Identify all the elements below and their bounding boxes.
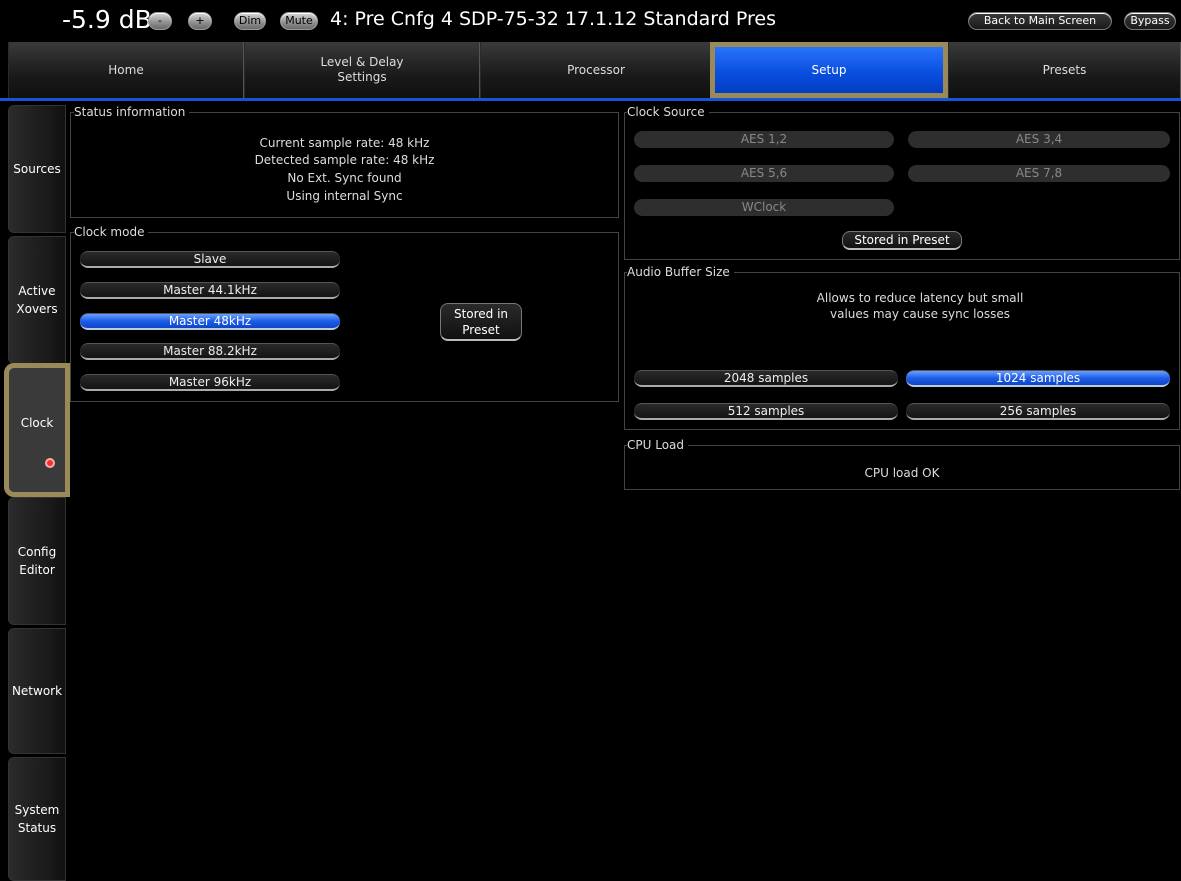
sidebar-item-label: Sources xyxy=(13,162,61,176)
tab-home[interactable]: Home xyxy=(8,42,244,98)
volume-level: -5.9 dB xyxy=(62,5,152,34)
clock-mode-master-44-1[interactable]: Master 44.1kHz xyxy=(80,282,340,299)
preset-title: 4: Pre Cnfg 4 SDP-75-32 17.1.12 Standard… xyxy=(330,8,776,30)
sidebar-item-network[interactable]: Network xyxy=(8,628,66,754)
buffer-1024-samples[interactable]: 1024 samples xyxy=(906,370,1170,387)
sidebar-item-sources[interactable]: Sources xyxy=(8,105,66,233)
clock-source-wclock[interactable]: WClock xyxy=(634,199,894,216)
clock-source-aes-7-8[interactable]: AES 7,8 xyxy=(908,165,1170,182)
sidebar-item-label: Config Editor xyxy=(17,545,57,577)
sidebar-item-label: Active Xovers xyxy=(16,284,58,316)
tab-processor[interactable]: Processor xyxy=(480,42,712,98)
sidebar-item-label: Network xyxy=(11,684,63,698)
ext-sync-status: No Ext. Sync found xyxy=(287,171,402,185)
mute-button[interactable]: Mute xyxy=(280,12,318,30)
clock-mode-title: Clock mode xyxy=(74,225,149,239)
clock-mode-master-48[interactable]: Master 48kHz xyxy=(80,313,340,330)
tab-presets[interactable]: Presets xyxy=(948,42,1181,98)
clock-mode-slave[interactable]: Slave xyxy=(80,251,340,268)
volume-down-button[interactable]: - xyxy=(148,12,172,30)
tab-underline xyxy=(0,98,1181,101)
top-bar: -5.9 dB - + Dim Mute 4: Pre Cnfg 4 SDP-7… xyxy=(0,0,1181,42)
status-panel-title: Status information xyxy=(74,105,190,119)
tab-level-delay[interactable]: Level & Delay Settings xyxy=(244,42,480,98)
clock-source-aes-3-4[interactable]: AES 3,4 xyxy=(908,131,1170,148)
clock-mode-master-96[interactable]: Master 96kHz xyxy=(80,374,340,391)
clock-source-aes-1-2[interactable]: AES 1,2 xyxy=(634,131,894,148)
sidebar-item-clock[interactable]: Clock xyxy=(4,363,70,497)
current-sample-rate: Current sample rate: 48 kHz xyxy=(259,136,430,150)
audio-buffer-title: Audio Buffer Size xyxy=(627,265,734,279)
active-indicator-icon xyxy=(45,458,55,468)
clock-source-aes-5-6[interactable]: AES 5,6 xyxy=(634,165,894,182)
buffer-512-samples[interactable]: 512 samples xyxy=(634,403,898,420)
sync-source-status: Using internal Sync xyxy=(286,189,403,203)
audio-buffer-description: Allows to reduce latency but small value… xyxy=(816,291,1024,321)
volume-up-button[interactable]: + xyxy=(188,12,212,30)
sidebar-item-system-status[interactable]: System Status xyxy=(8,757,66,881)
clock-source-title: Clock Source xyxy=(627,105,709,119)
buffer-256-samples[interactable]: 256 samples xyxy=(906,403,1170,420)
sidebar-item-label: Clock xyxy=(20,416,54,430)
clock-mode-master-88-2[interactable]: Master 88.2kHz xyxy=(80,343,340,360)
tab-setup[interactable]: Setup xyxy=(710,42,948,98)
cpu-load-title: CPU Load xyxy=(627,438,688,452)
clock-source-stored-in-preset-button[interactable]: Stored in Preset xyxy=(842,231,962,250)
sidebar-item-config-editor[interactable]: Config Editor xyxy=(8,497,66,625)
cpu-load-status: CPU load OK xyxy=(864,466,940,480)
detected-sample-rate: Detected sample rate: 48 kHz xyxy=(254,153,435,167)
sidebar-item-active-xovers[interactable]: Active Xovers xyxy=(8,236,66,364)
dim-button[interactable]: Dim xyxy=(234,12,266,30)
sidebar-item-label: System Status xyxy=(14,803,60,835)
bypass-button[interactable]: Bypass xyxy=(1124,12,1176,30)
clock-mode-stored-in-preset-button[interactable]: Stored in Preset xyxy=(440,303,522,341)
buffer-2048-samples[interactable]: 2048 samples xyxy=(634,370,898,387)
back-to-main-button[interactable]: Back to Main Screen xyxy=(968,12,1112,30)
